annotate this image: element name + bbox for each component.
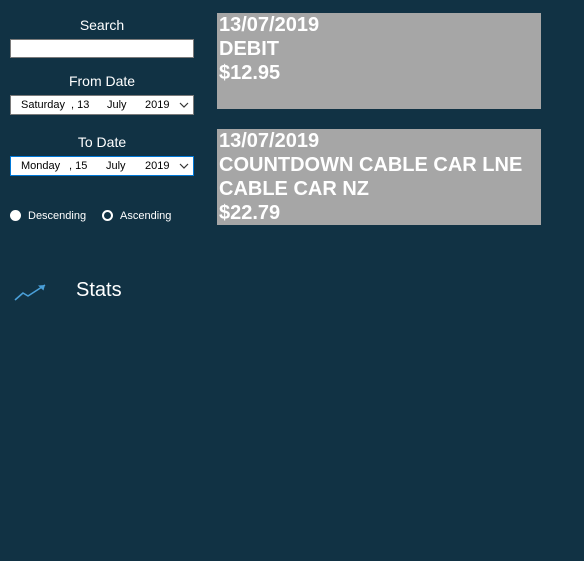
stats-label: Stats <box>76 279 122 301</box>
sort-ascending-label: Ascending <box>120 210 172 222</box>
from-date-weekday: Saturday <box>21 99 66 111</box>
from-date-picker[interactable]: Saturday , 13 July 2019 <box>10 95 194 115</box>
transaction-description: COUNTDOWN CABLE CAR LNE <box>219 154 523 176</box>
sort-descending-label: Descending <box>28 210 87 222</box>
to-date-label: To Date <box>77 134 127 150</box>
transaction-amount: $22.79 <box>219 202 281 224</box>
to-date-day: , 15 <box>69 160 88 172</box>
to-date-weekday: Monday <box>21 160 61 172</box>
to-date-year: 2019 <box>145 160 170 172</box>
to-date-month: July <box>106 160 126 172</box>
transaction-date: 13/07/2019 <box>219 14 320 36</box>
to-date-picker[interactable]: Monday , 15 July 2019 <box>10 156 194 176</box>
search-input[interactable] <box>10 39 194 58</box>
from-date-day: , 13 <box>71 99 90 111</box>
transaction-description: DEBIT <box>219 38 279 60</box>
from-date-label: From Date <box>68 73 136 89</box>
from-date-year: 2019 <box>145 99 170 111</box>
transaction-card[interactable]: 13/07/2019 DEBIT $12.95 <box>217 13 541 109</box>
chevron-down-icon[interactable] <box>178 99 190 111</box>
radio-unchecked-icon <box>10 210 21 221</box>
trend-up-icon <box>14 284 46 301</box>
chevron-down-icon[interactable] <box>178 160 190 172</box>
from-date-month: July <box>107 99 127 111</box>
transaction-card[interactable]: 13/07/2019 COUNTDOWN CABLE CAR LNE CABLE… <box>217 129 541 225</box>
transaction-description-line2: CABLE CAR NZ <box>219 178 369 200</box>
transaction-amount: $12.95 <box>219 62 281 84</box>
transaction-date: 13/07/2019 <box>219 130 320 152</box>
search-label: Search <box>79 17 125 33</box>
radio-checked-icon <box>102 210 113 221</box>
